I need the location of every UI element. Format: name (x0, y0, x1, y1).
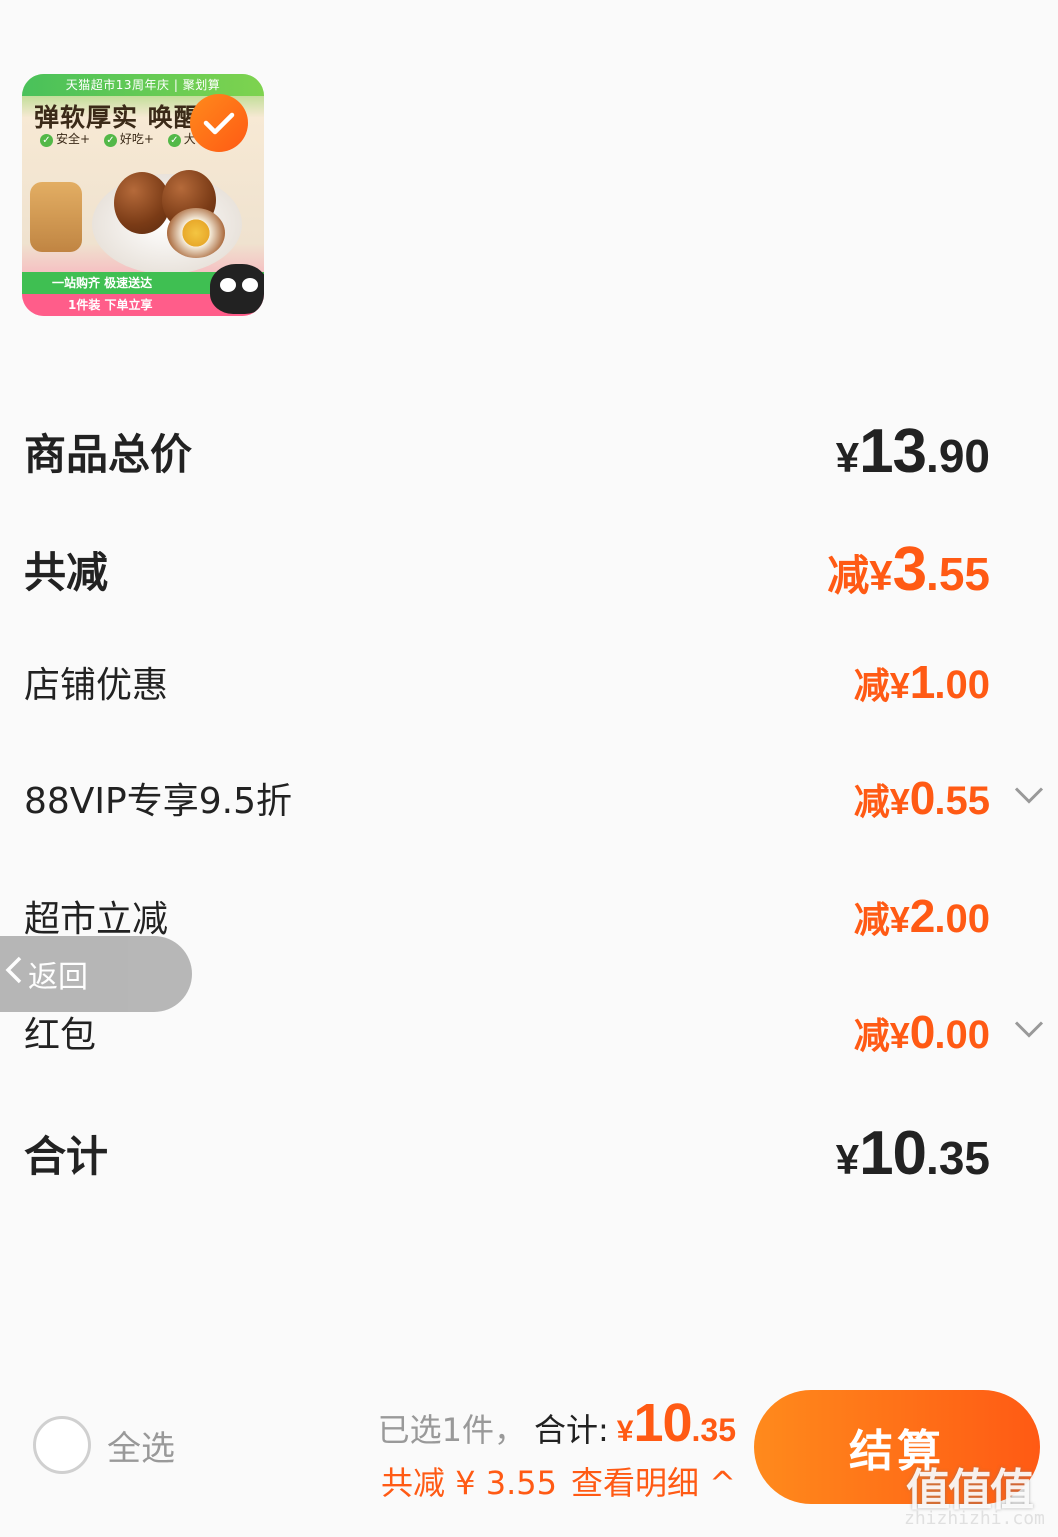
row-amount: 减 ¥ 1 .00 (854, 655, 990, 709)
discount-prefix: 减 (853, 782, 890, 823)
thumb-badges: 安全+ 好吃+ 大 (40, 130, 206, 147)
amount-decimal: .35 (691, 1412, 736, 1448)
amount-decimal: .00 (934, 663, 990, 707)
amount-integer: 2 (909, 890, 936, 942)
amount-integer: 0 (909, 772, 936, 824)
amount-integer: 1 (909, 656, 936, 708)
row-amount: 减 ¥ 0 .55 (853, 771, 1044, 825)
row-label: 店铺优惠 (24, 665, 169, 706)
row-grand-total: 合计 ¥ 10 .35 (24, 1116, 990, 1190)
selected-check-icon[interactable] (190, 94, 248, 152)
amount-decimal: .00 (934, 1013, 990, 1057)
row-label: 合计 (24, 1131, 109, 1181)
back-label: 返回 (28, 960, 88, 995)
view-detail-link[interactable]: 查看明细 ^ (571, 1458, 736, 1504)
thumb-badge: 安全+ (40, 132, 90, 146)
discount-prefix: 减 (853, 900, 890, 941)
currency-symbol: ¥ (616, 1415, 634, 1448)
row-amount: ¥ 10 .35 (836, 1118, 990, 1189)
currency-symbol: ¥ (889, 1015, 910, 1056)
amount-integer: 13 (859, 416, 927, 486)
row-label: 红包 (24, 1015, 97, 1056)
amount-integer: 10 (859, 1118, 927, 1188)
select-all-toggle[interactable]: 全选 (33, 1416, 175, 1474)
currency-symbol: ¥ (889, 781, 910, 822)
currency-symbol: ¥ (869, 551, 893, 599)
selected-count: 已选1件， (377, 1411, 526, 1449)
amount-integer: 0 (909, 1006, 936, 1058)
row-label: 商品总价 (24, 429, 193, 479)
chevron-down-icon[interactable] (1014, 1021, 1044, 1044)
amount-decimal: .35 (926, 1131, 990, 1184)
row-total-price: 商品总价 ¥ 13 .90 (24, 416, 990, 486)
row-red-packet[interactable]: 红包 减 ¥ 0 .00 (24, 1002, 1044, 1062)
discount-prefix: 减 (827, 550, 870, 600)
amount-integer: 3 (892, 534, 927, 604)
row-vip-discount[interactable]: 88VIP专享9.5折 减 ¥ 0 .55 (24, 768, 1044, 828)
amount-decimal: .55 (926, 547, 990, 600)
row-label: 超市立减 (24, 899, 169, 940)
amount-decimal: .90 (926, 429, 990, 482)
discount-prefix: 减 (853, 1016, 890, 1057)
currency-symbol: ¥ (835, 433, 860, 481)
total-label: 合计: (533, 1411, 609, 1449)
row-label: 共减 (24, 547, 109, 597)
watermark-url: zhizhizhi.com (904, 1508, 1045, 1529)
amount-decimal: .55 (934, 779, 990, 823)
tmall-cat-mascot-icon (210, 264, 264, 314)
order-summary: 已选1件， 合计: ¥ 10 .35 共减 ¥ 3.55 查看明细 ^ (336, 1392, 736, 1504)
select-all-label: 全选 (107, 1428, 175, 1469)
row-total-discount: 共减 减 ¥ 3 .55 (24, 534, 990, 604)
row-amount: ¥ 13 .90 (836, 416, 990, 487)
egg-image (167, 208, 225, 258)
currency-symbol: ¥ (835, 1135, 860, 1183)
currency-symbol: ¥ (889, 899, 910, 940)
row-amount: 减 ¥ 0 .00 (853, 1005, 1044, 1059)
chevron-down-icon[interactable] (1014, 787, 1044, 810)
select-all-radio[interactable] (33, 1416, 91, 1474)
row-label: 88VIP专享9.5折 (24, 781, 293, 822)
row-market-discount: 超市立减 减 ¥ 2 .00 (24, 886, 990, 946)
thumb-badge: 好吃+ (104, 132, 154, 146)
tea-image (30, 182, 82, 252)
row-amount: 减 ¥ 3 .55 (827, 534, 990, 605)
row-shop-discount: 店铺优惠 减 ¥ 1 .00 (24, 652, 990, 712)
discount-prefix: 减 (853, 666, 890, 707)
thumb-headline: 弹软厚实 唤醒 (34, 103, 200, 132)
amount-integer: 10 (633, 1393, 692, 1453)
back-button[interactable]: 返回 (0, 936, 192, 1012)
amount-decimal: .00 (934, 897, 990, 941)
total-amount: ¥ 10 .35 (617, 1392, 736, 1454)
thumb-top-band: 天猫超市13周年庆 | 聚划算 (22, 74, 264, 96)
discount-summary: 共减 ¥ 3.55 (381, 1464, 557, 1502)
row-amount: 减 ¥ 2 .00 (854, 889, 990, 943)
currency-symbol: ¥ (889, 665, 910, 706)
chevron-left-icon (4, 955, 28, 993)
